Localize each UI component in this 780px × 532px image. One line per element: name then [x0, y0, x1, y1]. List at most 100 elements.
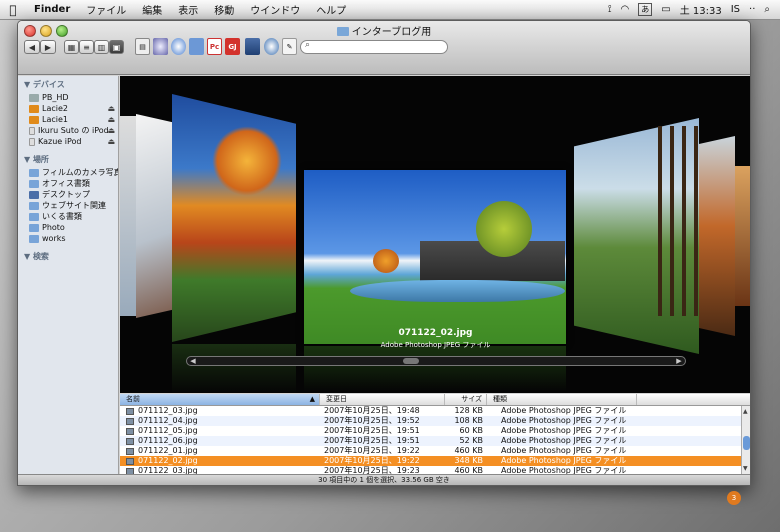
- sidebar-item-label: オフィス書類: [42, 179, 90, 188]
- battery-icon[interactable]: ▭: [661, 4, 670, 15]
- modified-date-cell: 2007年10月25日、19:22: [324, 446, 420, 455]
- sidebar-item-works[interactable]: works: [18, 233, 118, 244]
- menu-clock[interactable]: 土 13:33: [680, 2, 722, 17]
- apple-menu-icon[interactable]: : [0, 3, 26, 17]
- folder-icon: [29, 179, 39, 188]
- tree-orange: [373, 249, 399, 273]
- sidebar-item-photo[interactable]: Photo: [18, 222, 118, 233]
- external-disk-icon: [29, 104, 39, 113]
- sidebar-item-film-photos[interactable]: フィルムのカメラ写真: [18, 167, 118, 178]
- kind-cell: Adobe Photoshop JPEG ファイル: [501, 436, 627, 445]
- list-scrollbar[interactable]: ▲ ▼: [741, 406, 750, 474]
- jpeg-file-icon: [126, 438, 134, 445]
- menu-file[interactable]: ファイル: [78, 2, 134, 17]
- desktop-icon: [29, 190, 39, 199]
- hard-disk-icon: [29, 93, 39, 102]
- sidebar-section-places[interactable]: ▼ 場所: [18, 151, 118, 167]
- menu-extra-icon[interactable]: ··: [749, 4, 755, 15]
- coverflow-view-button[interactable]: ▣: [109, 40, 124, 54]
- coverflow-area[interactable]: 071122_02.jpg Adobe Photoshop JPEG ファイル …: [120, 76, 750, 393]
- external-disk-icon: [29, 115, 39, 124]
- column-header-date[interactable]: 変更日: [320, 394, 445, 405]
- sidebar-item-label: PB_HD: [42, 93, 69, 102]
- back-button[interactable]: ◀: [24, 40, 40, 54]
- menu-go[interactable]: 移動: [206, 2, 242, 17]
- cover-image[interactable]: [735, 166, 750, 306]
- menu-view[interactable]: 表示: [170, 2, 206, 17]
- pdf-app-icon[interactable]: Pc: [207, 38, 222, 55]
- sidebar-item-label: Photo: [42, 223, 65, 232]
- eject-icon[interactable]: ⏏: [107, 137, 115, 146]
- table-row[interactable]: 071122_03.jpg 2007年10月25日、19:23 460 KB Adob…: [120, 466, 741, 474]
- modified-date-cell: 2007年10月25日、19:23: [324, 466, 420, 474]
- list-scroll-thumb[interactable]: [743, 436, 750, 450]
- gj-app-icon[interactable]: GJ: [225, 38, 240, 55]
- scroll-left-arrow[interactable]: ◀: [188, 356, 198, 366]
- bluetooth-icon[interactable]: ⟟: [608, 4, 612, 15]
- kind-cell: Adobe Photoshop JPEG ファイル: [501, 466, 627, 474]
- cover-image[interactable]: [136, 114, 172, 318]
- notification-badge[interactable]: 3: [727, 491, 741, 505]
- menu-help[interactable]: ヘルプ: [308, 2, 354, 17]
- sidebar-item-kazue-ipod[interactable]: Kazue iPod ⏏: [18, 136, 118, 147]
- globe-app-icon[interactable]: [264, 38, 279, 55]
- size-cell: 60 KB: [459, 426, 483, 435]
- modified-date-cell: 2007年10月25日、19:48: [324, 406, 420, 415]
- network-app-icon[interactable]: [171, 38, 186, 55]
- sidebar-section-title: 検索: [32, 252, 49, 261]
- table-row[interactable]: 071112_04.jpg 2007年10月25日、19:52 108 KB Adob…: [120, 416, 741, 426]
- file-name-cell: 071122_01.jpg: [120, 446, 320, 456]
- eject-icon[interactable]: ⏏: [107, 126, 115, 135]
- input-method-badge[interactable]: あ: [638, 3, 653, 16]
- eject-icon[interactable]: ⏏: [107, 115, 115, 124]
- sidebar-item-ikuru-docs[interactable]: いくる書類: [18, 211, 118, 222]
- preview-app-icon[interactable]: ▤: [135, 38, 150, 55]
- search-field[interactable]: ⌕: [300, 40, 448, 54]
- column-header-name[interactable]: 名前 ▲: [120, 394, 320, 405]
- cover-image[interactable]: [699, 136, 735, 336]
- sidebar-section-search[interactable]: ▼ 検索: [18, 248, 118, 264]
- table-row[interactable]: 071112_03.jpg 2007年10月25日、19:48 128 KB Adob…: [120, 406, 741, 416]
- script-app-icon[interactable]: ✎: [282, 38, 297, 55]
- sidebar-section-devices[interactable]: ▼ デバイス: [18, 76, 118, 92]
- sidebar-item-lacie1[interactable]: Lacie1 ⏏: [18, 114, 118, 125]
- table-row[interactable]: 071112_05.jpg 2007年10月25日、19:51 60 KB Adobe…: [120, 426, 741, 436]
- sidebar-item-ikuru-ipod[interactable]: Ikuru Suto の iPod ⏏: [18, 125, 118, 136]
- folder-shortcut-icon[interactable]: [189, 38, 204, 55]
- sidebar-item-website[interactable]: ウェブサイト関連: [18, 200, 118, 211]
- icon-view-button[interactable]: ▦: [64, 40, 79, 54]
- coverflow-scrollbar[interactable]: ◀ ▶: [186, 356, 686, 366]
- text-app-icon[interactable]: [245, 38, 260, 55]
- table-row[interactable]: 071122_02.jpg 2007年10月25日、19:22 348 KB Adob…: [120, 456, 741, 466]
- menu-app-name[interactable]: Finder: [26, 4, 78, 15]
- sidebar-item-label: いくる書類: [42, 212, 82, 221]
- column-header-kind[interactable]: 種類: [487, 394, 637, 405]
- column-view-button[interactable]: ▥: [94, 40, 109, 54]
- eject-icon[interactable]: ⏏: [107, 104, 115, 113]
- sidebar-item-office-docs[interactable]: オフィス書類: [18, 178, 118, 189]
- app-shortcut-icon[interactable]: [153, 38, 168, 55]
- scroll-right-arrow[interactable]: ▶: [674, 356, 684, 366]
- sidebar-item-lacie2[interactable]: Lacie2 ⏏: [18, 103, 118, 114]
- folder-icon: [29, 234, 39, 243]
- file-name-cell: 071112_05.jpg: [120, 426, 320, 436]
- cover-image[interactable]: [120, 116, 136, 316]
- table-row[interactable]: 071112_06.jpg 2007年10月25日、19:51 52 KB Adobe…: [120, 436, 741, 446]
- coverflow-scroll-thumb[interactable]: [403, 358, 419, 364]
- sidebar-item-pb-hd[interactable]: PB_HD: [18, 92, 118, 103]
- sidebar-item-desktop[interactable]: デスクトップ: [18, 189, 118, 200]
- scroll-down-arrow[interactable]: ▼: [743, 465, 748, 472]
- list-view-button[interactable]: ≡: [79, 40, 94, 54]
- scroll-up-arrow[interactable]: ▲: [743, 408, 748, 415]
- pond: [350, 280, 565, 302]
- column-header-size[interactable]: サイズ: [445, 394, 487, 405]
- file-name-cell: 071122_02.jpg: [120, 456, 320, 466]
- table-row[interactable]: 071122_01.jpg 2007年10月25日、19:22 460 KB Adob…: [120, 446, 741, 456]
- window-title: インターブログ用: [18, 23, 750, 38]
- spotlight-icon[interactable]: ⌕: [764, 4, 770, 15]
- wifi-icon[interactable]: ◠: [621, 4, 630, 15]
- menu-window[interactable]: ウインドウ: [242, 2, 308, 17]
- menu-edit[interactable]: 編集: [134, 2, 170, 17]
- menu-user[interactable]: IS: [731, 4, 740, 15]
- forward-button[interactable]: ▶: [40, 40, 56, 54]
